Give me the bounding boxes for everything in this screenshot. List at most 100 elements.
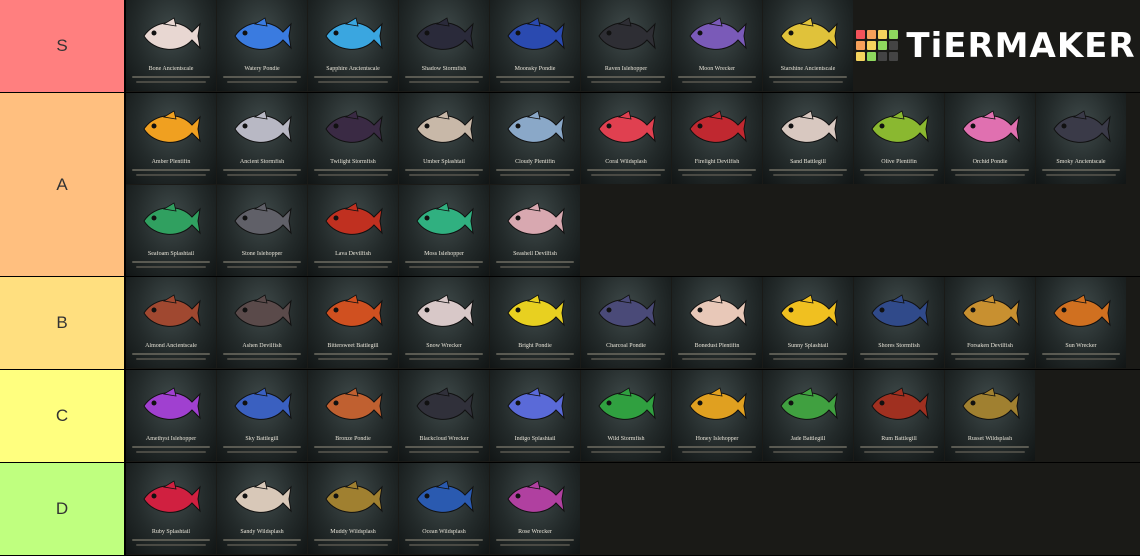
tier-item-card[interactable]: Rum Battlegill	[854, 370, 944, 461]
tier-item-card[interactable]: Bronze Pondie	[308, 370, 398, 461]
description-line	[500, 358, 570, 360]
description-line	[682, 358, 752, 360]
tier-row-b: B Almond Ancientscale Ashen Devilfish Bitte…	[0, 277, 1140, 370]
tier-item-card[interactable]: Ocean Wildsplash	[399, 463, 489, 554]
fish-name: Wild Stormfish	[607, 436, 645, 442]
tier-item-card[interactable]: Bittersweet Battlegill	[308, 277, 398, 368]
fish-name: Olive Plentifin	[881, 159, 917, 165]
tier-item-card[interactable]: Umber Splashtail	[399, 93, 489, 184]
tier-item-card[interactable]: Ancient Stormfish	[217, 93, 307, 184]
tier-item-card[interactable]: Indigo Splashtail	[490, 370, 580, 461]
tier-item-card[interactable]: Firelight Devilfish	[672, 93, 762, 184]
description-line	[314, 76, 392, 78]
fish-icon	[234, 17, 292, 50]
description-line	[951, 353, 1029, 355]
tier-item-card[interactable]: Muddy Wildsplash	[308, 463, 398, 554]
tier-item-card[interactable]: Charcoal Pondie	[581, 277, 671, 368]
tier-item-card[interactable]: Rose Wrecker	[490, 463, 580, 554]
tier-item-card[interactable]: Blackcloud Wrecker	[399, 370, 489, 461]
fish-name: Bittersweet Battlegill	[327, 343, 379, 349]
fish-name: Moon Wrecker	[698, 66, 736, 72]
fish-icon	[780, 387, 838, 420]
fish-icon	[598, 110, 656, 143]
description-line	[773, 81, 843, 83]
tier-label[interactable]: C	[0, 370, 126, 462]
tier-item-card[interactable]: Almond Ancientscale	[126, 277, 216, 368]
tier-item-card[interactable]: Russet Wildsplash	[945, 370, 1035, 461]
description-line	[500, 266, 570, 268]
description-line	[769, 353, 847, 355]
tier-item-card[interactable]: Smoky Ancientscale	[1036, 93, 1126, 184]
tier-item-card[interactable]: Honey Islehopper	[672, 370, 762, 461]
description-line	[136, 266, 206, 268]
tier-item-card[interactable]: Twilight Stormfish	[308, 93, 398, 184]
tier-item-card[interactable]: Forsaken Devilfish	[945, 277, 1035, 368]
tier-item-card[interactable]: Amethyst Islehopper	[126, 370, 216, 461]
tier-item-card[interactable]: Shadow Stormfish	[399, 0, 489, 91]
description-line	[587, 76, 665, 78]
tier-item-card[interactable]: Moon Wrecker	[672, 0, 762, 91]
fish-name: Shadow Stormfish	[421, 66, 467, 72]
description-line	[500, 81, 570, 83]
tier-item-card[interactable]: Seashell Devilfish	[490, 185, 580, 276]
description-line	[409, 266, 479, 268]
description-line	[955, 358, 1025, 360]
tier-item-card[interactable]: Coral Wildsplash	[581, 93, 671, 184]
tier-item-card[interactable]: Bone Ancientscale	[126, 0, 216, 91]
tier-item-card[interactable]: Sky Battlegill	[217, 370, 307, 461]
tier-item-card[interactable]: Seafoam Splashtail	[126, 185, 216, 276]
description-line	[769, 76, 847, 78]
tier-item-card[interactable]: Moss Islehopper	[399, 185, 489, 276]
tier-item-card[interactable]: Sand Battlegill	[763, 93, 853, 184]
description-line	[951, 169, 1029, 171]
tier-item-card[interactable]: Amber Plentifin	[126, 93, 216, 184]
tier-item-card[interactable]: Bright Pondie	[490, 277, 580, 368]
tier-label[interactable]: A	[0, 93, 126, 276]
tier-item-card[interactable]: Jade Battlegill	[763, 370, 853, 461]
tier-item-card[interactable]: Starshine Ancientscale	[763, 0, 853, 91]
tier-label[interactable]: B	[0, 277, 126, 369]
tiermaker-logo[interactable]: TiERMAKER	[856, 26, 1135, 66]
description-line	[132, 539, 210, 541]
tier-item-card[interactable]: Wild Stormfish	[581, 370, 671, 461]
tier-item-card[interactable]: Snow Wrecker	[399, 277, 489, 368]
tier-item-card[interactable]: Bonedust Plentifin	[672, 277, 762, 368]
tier-item-card[interactable]: Shores Stormfish	[854, 277, 944, 368]
description-line	[223, 169, 301, 171]
tier-item-card[interactable]: Ashen Devilfish	[217, 277, 307, 368]
tier-item-card[interactable]: Watery Pondie	[217, 0, 307, 91]
tier-item-card[interactable]: Cloudy Plentifin	[490, 93, 580, 184]
description-line	[682, 451, 752, 453]
tier-item-card[interactable]: Ruby Splashtail	[126, 463, 216, 554]
tier-item-card[interactable]: Raven Islehopper	[581, 0, 671, 91]
tiermaker-logo-area: TiERMAKER	[854, 0, 1138, 91]
tier-item-card[interactable]: Stone Islehopper	[217, 185, 307, 276]
fish-name: Orchid Pondie	[972, 159, 1008, 165]
tier-row-d: D Ruby Splashtail Sandy Wildsplash Muddy Wi…	[0, 463, 1140, 555]
description-line	[223, 76, 301, 78]
description-line	[318, 81, 388, 83]
tier-item-card[interactable]: Orchid Pondie	[945, 93, 1035, 184]
fish-icon	[689, 294, 747, 327]
fish-name: Indigo Splashtail	[514, 436, 556, 442]
description-line	[132, 261, 210, 263]
description-line	[500, 451, 570, 453]
description-line	[318, 358, 388, 360]
tier-item-card[interactable]: Sapphire Ancientscale	[308, 0, 398, 91]
fish-name: Moss Islehopper	[424, 251, 464, 257]
fish-icon	[234, 110, 292, 143]
fish-name: Raven Islehopper	[604, 66, 648, 72]
description-line	[769, 169, 847, 171]
description-line	[591, 81, 661, 83]
tier-item-card[interactable]: Sandy Wildsplash	[217, 463, 307, 554]
description-line	[860, 353, 938, 355]
tier-item-card[interactable]: Moonsky Pondie	[490, 0, 580, 91]
fish-name: Seashell Devilfish	[513, 251, 557, 257]
tier-item-card[interactable]: Olive Plentifin	[854, 93, 944, 184]
tier-item-card[interactable]: Sunny Splashtail	[763, 277, 853, 368]
fish-name: Sand Battlegill	[790, 159, 826, 165]
tier-item-card[interactable]: Lava Devilfish	[308, 185, 398, 276]
tier-label[interactable]: S	[0, 0, 126, 92]
tier-item-card[interactable]: Sun Wrecker	[1036, 277, 1126, 368]
tier-label[interactable]: D	[0, 463, 126, 555]
